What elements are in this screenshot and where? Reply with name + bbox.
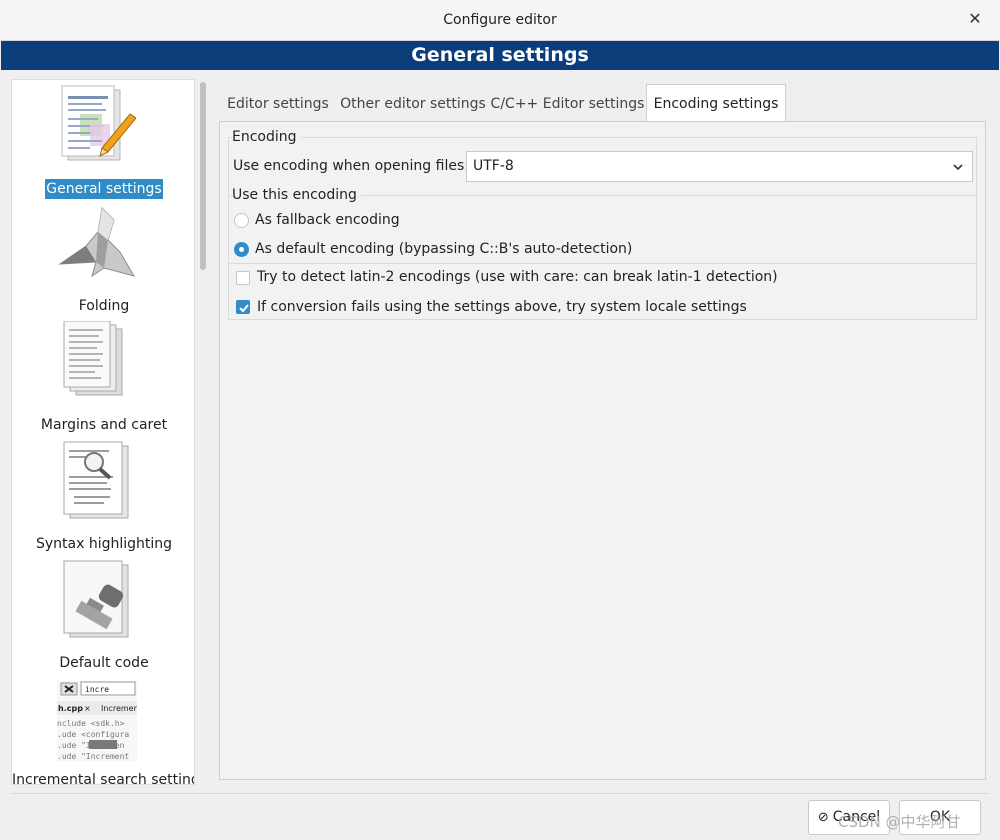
sidebar-item-label: Folding: [78, 298, 130, 314]
magnifier-document-icon: [63, 441, 129, 519]
incremental-search-icon: incre h.cpp × Incremen nclude <sdk.h> .u…: [57, 681, 137, 761]
sidebar-item-margins-and-caret[interactable]: Margins and caret: [12, 321, 194, 439]
watermark: CSDN @中华阿甘: [838, 813, 961, 831]
settings-sidebar: General settings Folding Margins and car…: [11, 79, 195, 785]
code-line: .ude "Increment: [57, 752, 129, 761]
pencil-document-icon: [61, 85, 136, 161]
encoding-select-value: UTF-8: [473, 158, 514, 174]
cancel-icon: ⊘: [817, 810, 829, 825]
fallback-encoding-label: As fallback encoding: [255, 212, 400, 228]
code-line: .ude "Incremen: [57, 741, 125, 750]
stacked-pages-icon: [63, 321, 123, 396]
default-encoding-label: As default encoding (bypassing C::B's au…: [255, 241, 633, 257]
close-icon[interactable]: ✕: [964, 8, 986, 30]
title-bar: Configure editor ✕: [0, 0, 1000, 41]
tab-other-editor-settings[interactable]: Other editor settings: [337, 92, 489, 121]
encoding-group-title: Encoding: [232, 129, 301, 145]
code-line: .ude <configura: [57, 730, 129, 739]
tab-editor-settings[interactable]: Editor settings: [219, 92, 337, 121]
latin2-detect-checkbox[interactable]: [236, 271, 250, 285]
sidebar-item-label: Incremental search settings: [12, 772, 195, 785]
use-this-encoding-title: Use this encoding: [232, 187, 361, 203]
incremental-search-text: incre: [85, 685, 109, 694]
sidebar-item-folding[interactable]: Folding: [12, 202, 194, 320]
tab-other-name: Incremen: [101, 704, 137, 713]
section-banner: General settings: [1, 41, 999, 70]
encoding-settings-panel: Encoding Use encoding when opening files…: [219, 121, 986, 780]
sidebar-item-syntax-highlighting[interactable]: Syntax highlighting: [12, 440, 194, 558]
sidebar-item-default-code[interactable]: Default code: [12, 559, 194, 677]
encoding-select[interactable]: UTF-8: [466, 151, 973, 182]
chevron-down-icon: [953, 164, 963, 171]
origami-bird-icon: [58, 206, 136, 278]
sidebar-item-label: Syntax highlighting: [35, 536, 173, 552]
system-locale-checkbox[interactable]: [236, 300, 250, 314]
tab-file-name: h.cpp: [58, 704, 83, 713]
stamp-document-icon: [63, 560, 129, 638]
footer-divider: [11, 793, 989, 794]
checkmark-icon: [239, 304, 249, 313]
system-locale-label: If conversion fails using the settings a…: [257, 299, 747, 315]
sidebar-item-label: Default code: [59, 655, 149, 671]
sidebar-item-label: General settings: [45, 179, 163, 199]
code-line: nclude <sdk.h>: [57, 719, 125, 728]
open-encoding-label: Use encoding when opening files:: [233, 158, 469, 174]
tab-cpp-editor-settings[interactable]: C/C++ Editor settings: [489, 92, 646, 121]
fallback-encoding-radio[interactable]: [234, 213, 249, 228]
latin2-detect-label: Try to detect latin-2 encodings (use wit…: [257, 269, 778, 285]
tab-close-glyph: ×: [84, 704, 91, 713]
sidebar-item-label: Margins and caret: [40, 417, 168, 433]
sidebar-scrollbar-thumb[interactable]: [200, 82, 206, 270]
window-title: Configure editor: [443, 12, 557, 28]
tab-encoding-settings[interactable]: Encoding settings: [646, 84, 786, 122]
sidebar-item-general-settings[interactable]: General settings: [12, 84, 194, 202]
sidebar-item-incremental-search-settings[interactable]: incre h.cpp × Incremen nclude <sdk.h> .u…: [12, 680, 195, 785]
default-encoding-radio[interactable]: [234, 242, 249, 257]
